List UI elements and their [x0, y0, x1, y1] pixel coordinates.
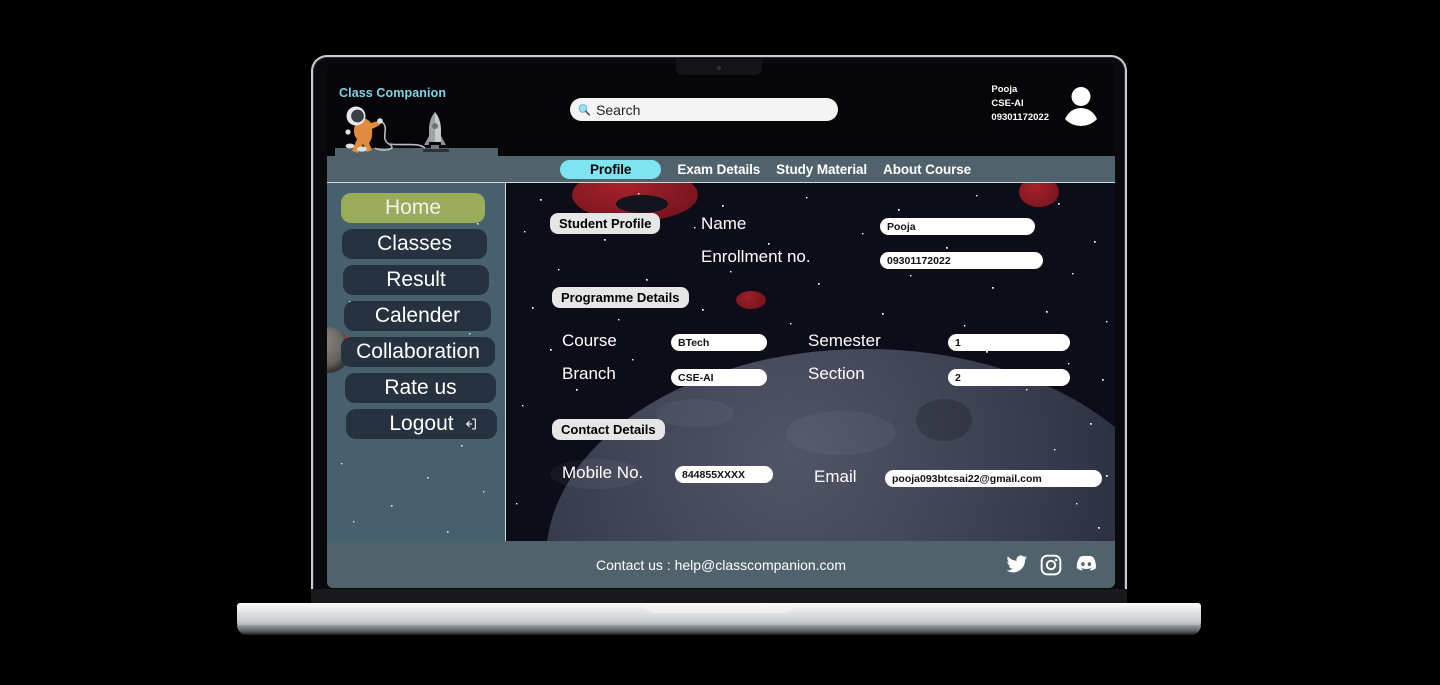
sidebar-item-logout[interactable]: Logout [346, 409, 497, 439]
laptop-base-shadow [237, 625, 1201, 635]
field-name[interactable]: Pooja [880, 218, 1035, 235]
sidebar-item-result[interactable]: Result [343, 265, 489, 295]
app-footer: Contact us : help@classcompanion.com [327, 541, 1115, 588]
avatar-body [1064, 108, 1098, 126]
twitter-icon[interactable] [1006, 555, 1028, 574]
search-input[interactable] [596, 98, 830, 121]
label-branch: Branch [562, 364, 616, 383]
avatar[interactable] [1059, 82, 1103, 126]
tab-study-material[interactable]: Study Material [776, 162, 867, 177]
profile-fields: Student Profile Name Pooja Enrollment no… [506, 183, 1115, 541]
search-bar[interactable] [570, 98, 838, 121]
sidebar: Home Classes Result Calender Collaborati [327, 183, 506, 541]
sidebar-item-label: Calender [374, 304, 461, 327]
field-email[interactable]: pooja093btcsai22@gmail.com [885, 470, 1102, 487]
sidebar-item-label: Collaboration [356, 340, 480, 363]
field-section[interactable]: 2 [948, 369, 1070, 386]
tab-profile[interactable]: Profile [560, 159, 662, 179]
label-email: Email [814, 467, 857, 486]
app-header: Class Companion Search Pooja CSE-AI 0930… [327, 64, 1115, 156]
sidebar-item-calender[interactable]: Calender [344, 301, 491, 331]
app-body: Home Classes Result Calender Collaborati [327, 183, 1115, 541]
main-nav: Profile Exam Details Study Material Abou… [327, 156, 1115, 183]
field-semester[interactable]: 1 [948, 334, 1070, 351]
discord-icon[interactable] [1074, 555, 1097, 574]
user-profile-block[interactable]: Pooja CSE-AI 09301172022 [991, 82, 1103, 126]
astronaut-rocket-illustration [335, 106, 498, 156]
sidebar-item-classes[interactable]: Classes [342, 229, 487, 259]
brand-title: Class Companion [339, 86, 447, 100]
search-icon [578, 104, 591, 116]
footer-socials [1006, 554, 1097, 576]
label-enrollment-no: Enrollment no. [701, 247, 811, 266]
field-course[interactable]: BTech [671, 334, 767, 351]
sidebar-item-label: Logout [389, 412, 454, 435]
field-branch[interactable]: CSE-AI [671, 369, 767, 386]
sidebar-item-home[interactable]: Home [341, 193, 485, 223]
tab-about-course[interactable]: About Course [883, 162, 971, 177]
laptop-lid: Class Companion Search Pooja CSE-AI 0930… [311, 55, 1127, 610]
laptop-mockup: Class Companion Search Pooja CSE-AI 0930… [237, 55, 1201, 635]
sidebar-item-label: Result [386, 268, 446, 291]
field-mobile-no[interactable]: 844855XXXX [675, 466, 773, 483]
label-section: Section [808, 364, 865, 383]
section-title-student-profile: Student Profile [550, 213, 661, 234]
sidebar-item-collaboration[interactable]: Collaboration [341, 337, 495, 367]
footer-contact-text: Contact us : help@classcompanion.com [596, 556, 846, 573]
profile-content: Student Profile Name Pooja Enrollment no… [506, 183, 1115, 541]
screen-viewport: Class Companion Search Pooja CSE-AI 0930… [327, 64, 1115, 588]
laptop-base-notch [644, 603, 794, 613]
section-title-programme-details: Programme Details [552, 287, 689, 308]
section-title-contact-details: Contact Details [552, 419, 665, 440]
user-name: Pooja [991, 84, 1018, 96]
tab-exam-details[interactable]: Exam Details [677, 162, 760, 177]
sidebar-item-rate-us[interactable]: Rate us [345, 373, 496, 403]
label-semester: Semester [808, 331, 881, 350]
sidebar-item-label: Classes [377, 232, 452, 255]
sidebar-item-label: Rate us [384, 376, 457, 399]
user-enrollment: 09301172022 [991, 111, 1049, 123]
user-branch: CSE-AI [991, 98, 1024, 110]
sidebar-item-label: Home [384, 196, 442, 219]
field-enrollment-no[interactable]: 09301172022 [880, 252, 1043, 269]
sidebar-menu: Home Classes Result Calender Collaborati [327, 193, 505, 439]
user-meta: Pooja CSE-AI 09301172022 [991, 83, 1049, 124]
webcam-icon [717, 66, 721, 70]
label-course: Course [562, 331, 617, 350]
label-mobile-no: Mobile No. [562, 463, 644, 482]
label-name: Name [701, 214, 747, 233]
instagram-icon[interactable] [1040, 554, 1062, 576]
logout-icon [465, 418, 476, 430]
avatar-head [1071, 87, 1091, 106]
